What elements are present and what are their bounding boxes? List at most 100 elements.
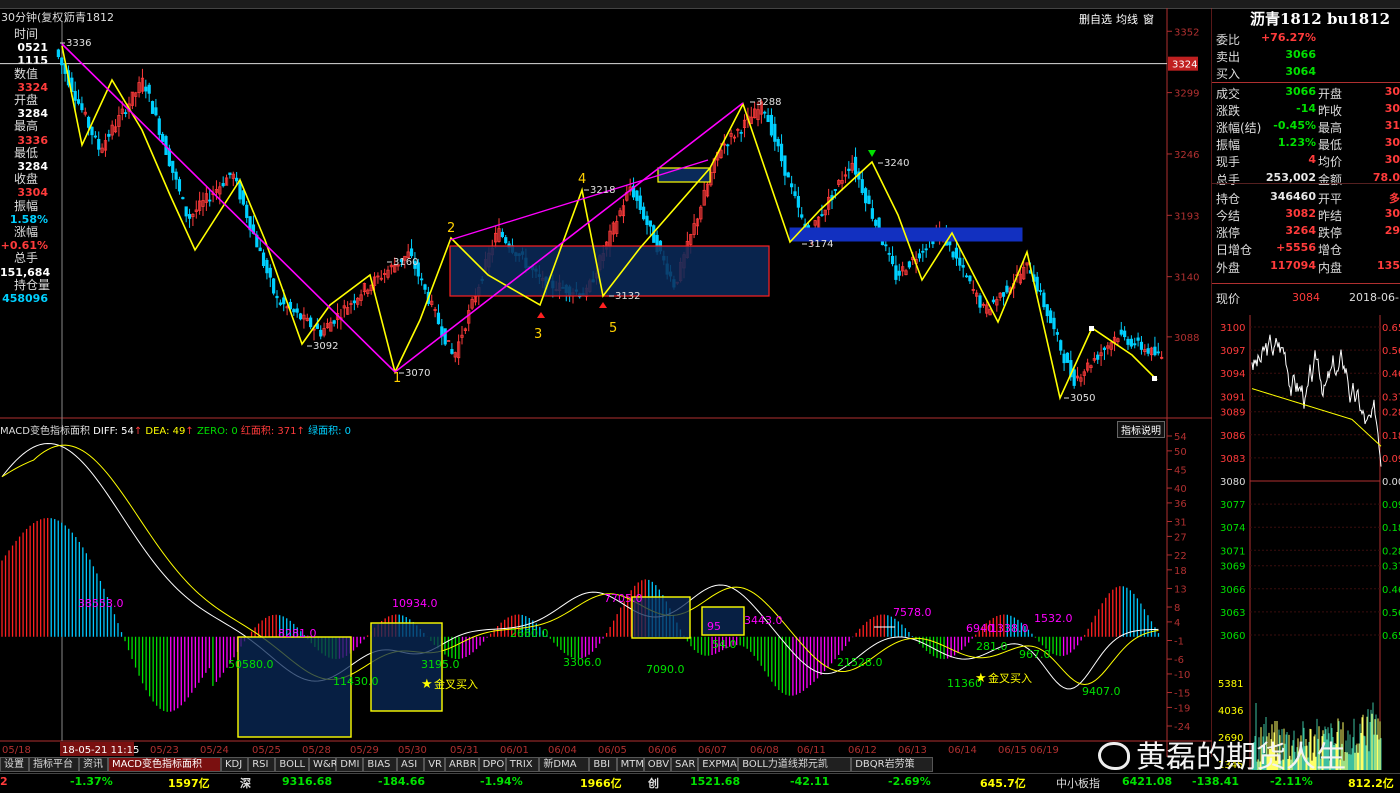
- macd-area-label: 7578.0: [893, 606, 932, 619]
- tab-14[interactable]: TRIX: [505, 757, 540, 772]
- candle: [73, 90, 77, 101]
- status-item: 1521.68: [690, 775, 741, 788]
- mini-tick: 3077: [1220, 500, 1245, 511]
- macd-tick-label: 18: [1174, 566, 1187, 577]
- tab-19[interactable]: SAR: [671, 757, 699, 772]
- candle: [884, 244, 888, 247]
- tab-15[interactable]: 新DMA: [539, 757, 590, 772]
- date-label: 06/11: [797, 745, 826, 756]
- tab-4[interactable]: KDJ: [221, 757, 249, 772]
- candle: [1153, 346, 1157, 356]
- candle: [221, 183, 225, 187]
- status-item: 645.7亿: [980, 777, 1026, 790]
- tab-2[interactable]: 资讯: [79, 757, 108, 772]
- tab-16[interactable]: BBI: [589, 757, 617, 772]
- tab-1[interactable]: 指标平台: [29, 757, 79, 772]
- candle: [268, 267, 272, 278]
- status-item: -2.69%: [888, 775, 931, 788]
- macd-tick-label: 31: [1174, 518, 1187, 529]
- quote-separator: [1212, 183, 1400, 184]
- quote-value: -14: [1296, 101, 1316, 115]
- mini-pct: 0.09: [1382, 454, 1400, 465]
- candle: [1065, 352, 1070, 363]
- wave-number: 2: [447, 221, 455, 236]
- tab-13[interactable]: DPO: [478, 757, 506, 772]
- candle: [1001, 292, 1006, 297]
- candle: [978, 295, 982, 308]
- tab-18[interactable]: OBV: [643, 757, 671, 772]
- watermark: 黄磊的期货人生: [1098, 732, 1346, 776]
- date-label: 06/07: [698, 745, 727, 756]
- star-icon: ★: [975, 671, 987, 686]
- tab-11[interactable]: VR: [424, 757, 445, 772]
- mini-tick: 3069: [1220, 562, 1245, 573]
- quote-label2: 内盘: [1318, 260, 1343, 275]
- tab-20[interactable]: EXPMA: [698, 757, 739, 772]
- macd-area-label: 8281.0: [278, 627, 317, 640]
- candle: [890, 255, 895, 265]
- macd-area-label: 50580.0: [228, 658, 274, 671]
- candle: [796, 196, 800, 208]
- candle: [282, 297, 286, 305]
- candle: [779, 143, 784, 162]
- tab-0[interactable]: 设置: [0, 757, 29, 772]
- candle: [766, 115, 770, 123]
- candle: [1038, 290, 1043, 292]
- tab-22[interactable]: DBQR岩劳策: [851, 757, 933, 772]
- watermark-text: 黄磊的期货人生: [1136, 740, 1346, 775]
- resistance-box: [657, 167, 711, 183]
- mini-tick: 3086: [1220, 431, 1245, 442]
- macd-tick-label: 4: [1174, 618, 1180, 629]
- mini-tick: 3071: [1220, 546, 1245, 557]
- candle: [867, 195, 871, 204]
- tab-9[interactable]: BIAS: [363, 757, 397, 772]
- macd-tick-label: -1: [1174, 636, 1184, 647]
- candle: [265, 259, 269, 274]
- quote-value2: 30: [1384, 84, 1400, 98]
- mini-pct: 0.18: [1382, 523, 1400, 534]
- price-tick-label: 3140: [1174, 273, 1199, 284]
- candle: [991, 299, 996, 303]
- tab-8[interactable]: DMI: [336, 757, 364, 772]
- candle: [961, 265, 965, 268]
- candle: [739, 131, 743, 134]
- quote-value2: 30: [1384, 207, 1400, 220]
- mini-pct: 0.46: [1382, 369, 1400, 380]
- mini-pct: 0.09: [1382, 500, 1400, 511]
- candle: [1059, 340, 1063, 351]
- candle: [1126, 338, 1130, 345]
- status-item: 6421.08: [1122, 775, 1173, 788]
- tab-3[interactable]: MACD变色指标面积: [108, 757, 221, 772]
- tab-7[interactable]: W&R: [309, 757, 338, 772]
- status-item: -184.66: [378, 775, 426, 788]
- status-item: 创: [648, 777, 659, 790]
- candle: [93, 135, 97, 138]
- intraday-minichart[interactable]: 3100 0.65 3097 0.56 3094 0.46 3091 0.37 3089 0.28…: [1212, 305, 1400, 773]
- candle: [1042, 292, 1046, 308]
- status-item: -1.94%: [480, 775, 523, 788]
- status-bar: 2 -1.37% 1597亿 深 9316.68 -184.66 -1.94% 1966亿 创 1…: [0, 773, 1400, 793]
- price-label: 3336: [66, 38, 91, 49]
- quote-value: 3064: [1285, 65, 1316, 79]
- tab-6[interactable]: BOLL: [275, 757, 309, 772]
- quote-value: +5556: [1276, 241, 1316, 255]
- cursor-date: 18-05-21 11:15: [62, 745, 139, 756]
- price-chart[interactable]: 3324335232993246319331403088333632883240…: [0, 0, 1212, 757]
- macd-red-area: 红面积: 371: [240, 426, 297, 437]
- quote-value: 4: [1308, 153, 1316, 167]
- tab-10[interactable]: ASI: [397, 757, 425, 772]
- tab-17[interactable]: MTM: [616, 757, 644, 772]
- candle: [275, 295, 279, 299]
- indicator-help-button[interactable]: 指标说明: [1117, 421, 1165, 438]
- candle: [1052, 317, 1056, 330]
- quote-label: 持仓: [1216, 191, 1241, 206]
- mini-pct: 0.65: [1382, 323, 1400, 334]
- wave-number: 1: [393, 371, 401, 386]
- tab-21[interactable]: BOLL力道线郑元凯: [738, 757, 852, 772]
- tab-5[interactable]: RSI: [248, 757, 276, 772]
- tab-12[interactable]: ARBR: [445, 757, 479, 772]
- quote-value2: 29: [1384, 224, 1400, 238]
- status-item: 1597亿: [168, 777, 210, 790]
- status-item: 9316.68: [282, 775, 333, 788]
- candle: [292, 309, 296, 313]
